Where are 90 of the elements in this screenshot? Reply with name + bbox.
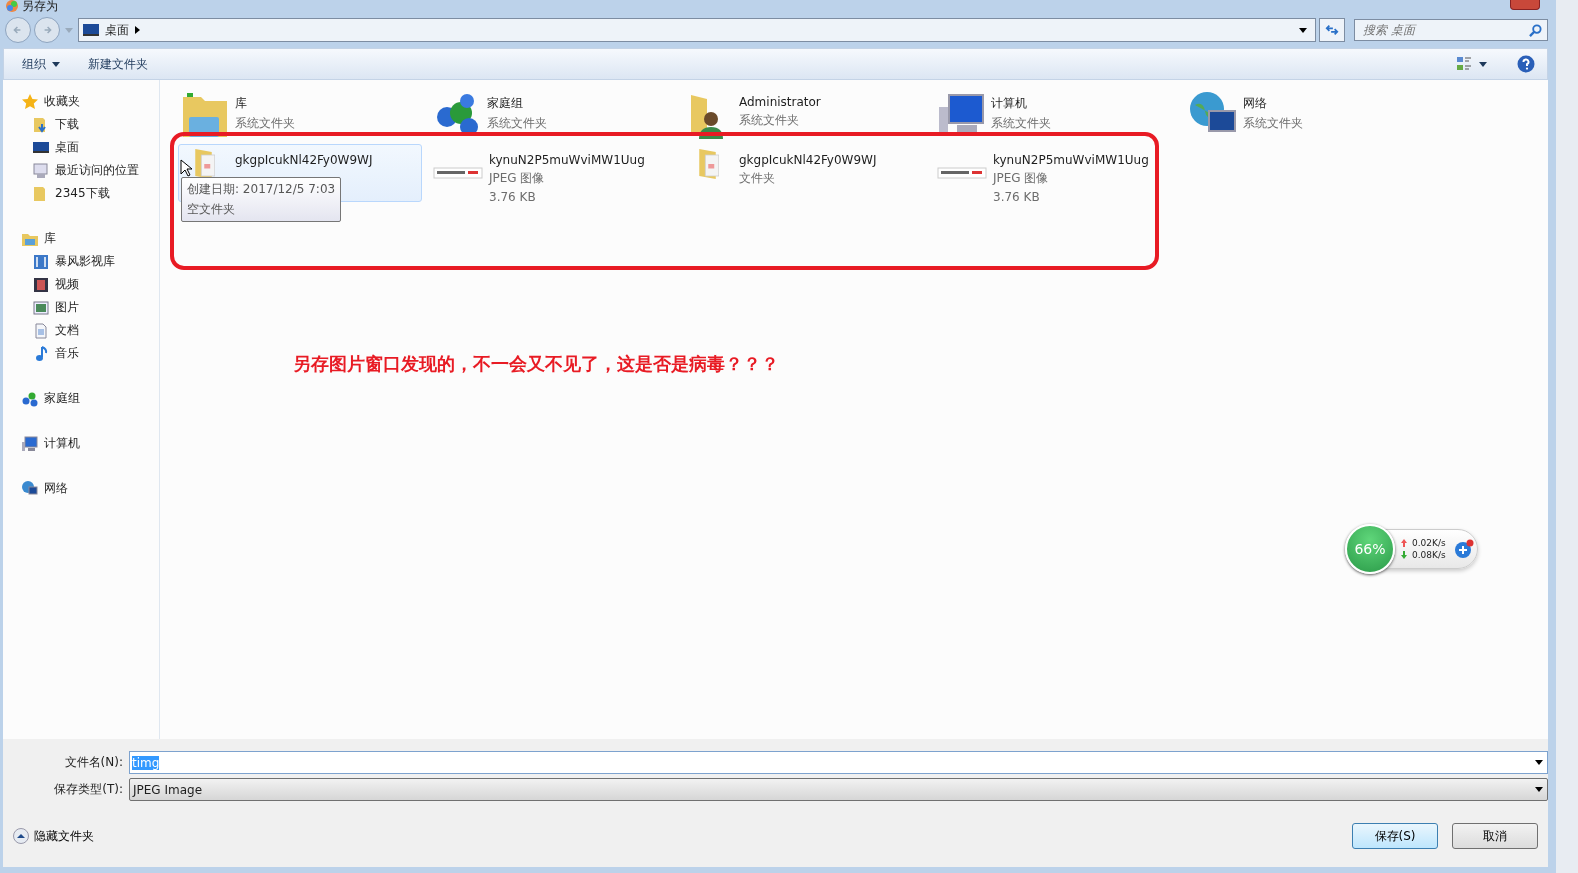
file-name: 计算机 [991, 95, 1028, 112]
music-icon [33, 345, 49, 362]
star-icon [22, 93, 38, 110]
plus-icon[interactable] [1453, 539, 1474, 559]
collapse-icon [13, 828, 29, 844]
file-size: 3.76 KB [993, 190, 1041, 204]
picture-icon [33, 299, 49, 316]
file-name: Administrator [739, 95, 821, 109]
nav-item[interactable]: 收藏夹 [3, 90, 159, 113]
file-name: 网络 [1243, 95, 1268, 112]
nav-item[interactable]: 下载 [3, 113, 159, 136]
upload-arrow-icon [1401, 539, 1407, 547]
folder-icon [699, 149, 719, 179]
dropdown-caret-icon[interactable] [1535, 760, 1543, 765]
doc-icon [33, 322, 49, 339]
view-options-icon[interactable] [1457, 56, 1487, 72]
desktop-icon [33, 139, 49, 156]
nav-item[interactable]: 计算机 [3, 432, 159, 455]
download-icon [33, 116, 49, 133]
chevron-icon[interactable] [135, 26, 140, 34]
upload-speed: 0.02K/s [1412, 538, 1446, 548]
file-type: 文件夹 [739, 170, 776, 187]
file-tile[interactable]: 家庭组 系统文件夹 [430, 86, 674, 144]
search-field[interactable]: 搜索 桌面 [1354, 19, 1548, 41]
dropdown-caret-icon[interactable] [1299, 27, 1307, 33]
file-type: JPEG 图像 [489, 170, 546, 187]
refresh-button[interactable] [1319, 18, 1345, 42]
file-name: gkgpIcukNl42Fy0W9WJ [235, 153, 373, 167]
nav-item[interactable]: 音乐 [3, 342, 159, 365]
file-name: 家庭组 [487, 95, 524, 112]
nav-item[interactable]: 视频 [3, 273, 159, 296]
annotation-text: 另存图片窗口发现的，不一会又不见了，这是否是病毒？？？ [293, 352, 779, 376]
file-name: kynuN2P5muWviMW1Uug [489, 153, 645, 167]
toolbar-button[interactable]: 新建文件夹 [78, 51, 158, 77]
caret-icon [52, 61, 60, 67]
field-label: 文件名(N): [63, 754, 124, 771]
file-tile[interactable]: 库 系统文件夹 [178, 86, 422, 144]
tooltip-text: 空文件夹 [187, 201, 236, 218]
folder-icon [195, 149, 215, 179]
nav-item[interactable]: 家庭组 [3, 387, 159, 410]
file-name: 库 [235, 95, 248, 112]
field-label: 保存类型(T): [53, 781, 124, 798]
file-type-dropdown[interactable]: JPEG Image [129, 778, 1548, 801]
file-tile[interactable]: Administrator 系统文件夹 [682, 86, 926, 144]
file-type: 系统文件夹 [991, 115, 1051, 132]
download-arrow-icon [1401, 551, 1407, 559]
tooltip-text: 创建日期: 2017/12/5 7:03 [187, 181, 336, 198]
hide-folders-button[interactable]: 隐藏文件夹 [13, 827, 94, 845]
nav-item[interactable]: 图片 [3, 296, 159, 319]
nav-item[interactable]: 最近访问的位置 [3, 159, 159, 182]
computer-icon [22, 435, 38, 452]
file-size: 3.76 KB [489, 190, 537, 204]
network-icon [22, 480, 38, 497]
file-type: 系统文件夹 [487, 115, 547, 132]
file-tile[interactable]: 网络 系统文件夹 [1186, 86, 1430, 144]
file-type: 系统文件夹 [235, 115, 295, 132]
window-title: 另存为 [22, 0, 58, 12]
app-icon [6, 0, 18, 12]
file-type: 系统文件夹 [739, 112, 800, 129]
file-type: JPEG 图像 [993, 170, 1050, 187]
breadcrumb[interactable]: 桌面 [105, 21, 129, 39]
film-icon [33, 276, 49, 293]
file-name: kynuN2P5muWviMW1Uug [993, 153, 1149, 167]
nav-item[interactable]: 2345下载 [3, 182, 159, 205]
nav-item[interactable]: 暴风影视库 [3, 250, 159, 273]
file-name: gkgpIcukNl42Fy0W9WJ [739, 153, 877, 167]
nav-item[interactable]: 库 [3, 227, 159, 250]
file-tile[interactable]: gkgpIcukNl42Fy0W9WJ 文件夹 [682, 144, 926, 202]
dialog-button[interactable]: 取消 [1452, 823, 1538, 849]
toolbar-button[interactable]: 组织 [12, 51, 70, 77]
refresh-icon [1325, 23, 1339, 37]
file-tile[interactable]: kynuN2P5muWviMW1Uug JPEG 图像 3.76 KB [430, 144, 674, 202]
desktop-icon [83, 24, 99, 36]
help-icon[interactable] [1517, 55, 1535, 73]
mouse-cursor-icon [180, 159, 192, 177]
nav-item[interactable]: 网络 [3, 477, 159, 500]
file-tile[interactable]: 计算机 系统文件夹 [934, 86, 1178, 144]
nav-item[interactable]: 文档 [3, 319, 159, 342]
download-speed: 0.08K/s [1412, 550, 1446, 560]
recent-icon [33, 162, 49, 179]
video-icon [33, 253, 49, 270]
file-tile[interactable]: kynuN2P5muWviMW1Uug JPEG 图像 3.76 KB [934, 144, 1178, 202]
homegroup-icon [22, 390, 38, 407]
dropdown-caret-icon [1535, 787, 1543, 792]
filename-value: timg [132, 755, 160, 770]
file-type: 系统文件夹 [1243, 115, 1303, 132]
dialog-button[interactable]: 保存(S) [1352, 823, 1438, 849]
nav-item[interactable]: 桌面 [3, 136, 159, 159]
address-bar[interactable]: 桌面 [78, 18, 1316, 42]
search-icon [1529, 24, 1542, 37]
